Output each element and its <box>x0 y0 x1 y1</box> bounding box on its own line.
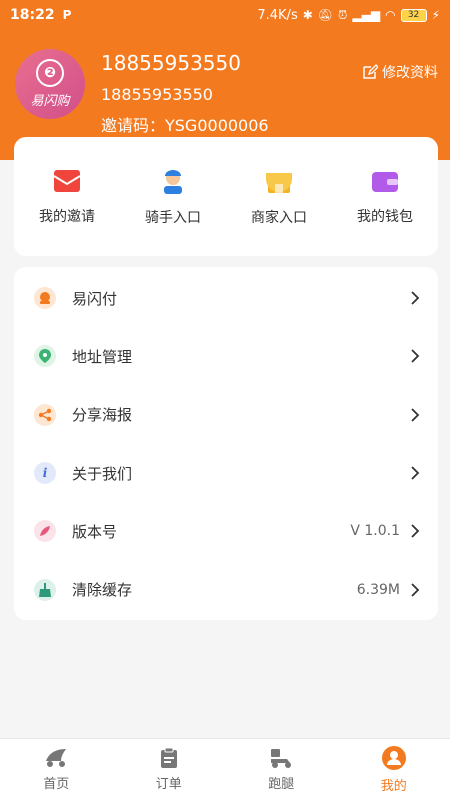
quick-action-label: 商家入口 <box>251 209 307 226</box>
mute-icon: 🔕︎ <box>317 8 334 22</box>
parking-icon: P <box>62 8 72 22</box>
logo-mark-icon: ❷ <box>36 59 64 87</box>
tab-errand[interactable]: 跑腿 <box>225 739 338 800</box>
menu-item-label: 清除缓存 <box>72 581 133 600</box>
location-icon <box>34 345 56 368</box>
envelope-icon <box>53 169 81 192</box>
chevron-right-icon <box>411 349 420 364</box>
tab-label: 跑腿 <box>268 777 295 792</box>
tab-profile[interactable]: 我的 <box>338 739 450 800</box>
menu-item-pay[interactable]: 易闪付 <box>14 269 438 327</box>
menu-item-clear-cache[interactable]: 清除缓存 6.39M <box>14 560 438 618</box>
status-bar: 18:22 P 7.4K/s ✱ 🔕︎ ⏰︎ ▂▄▆ ◠ 32 ⚡︎ <box>0 0 450 30</box>
menu-item-label: 易闪付 <box>72 289 118 308</box>
quick-action-invite[interactable]: 我的邀请 <box>14 137 120 256</box>
quick-action-label: 骑手入口 <box>145 209 201 226</box>
profile-icon <box>381 746 406 770</box>
edit-icon <box>363 64 378 79</box>
menu-item-about[interactable]: i 关于我们 <box>14 444 438 502</box>
user-name: 18855953550 <box>101 51 241 75</box>
quick-action-label: 我的钱包 <box>357 208 413 225</box>
menu-item-label: 关于我们 <box>72 464 133 483</box>
chevron-right-icon <box>411 291 420 305</box>
menu-item-version[interactable]: 版本号 V 1.0.1 <box>14 502 438 560</box>
quick-action-label: 我的邀请 <box>39 208 95 225</box>
menu-item-label: 地址管理 <box>72 347 133 366</box>
errand-icon <box>271 749 292 768</box>
info-icon: i <box>34 462 56 485</box>
tab-orders[interactable]: 订单 <box>113 739 226 800</box>
menu-item-value: V 1.0.1 <box>350 523 400 540</box>
wifi-icon: ◠ <box>385 8 396 22</box>
chevron-right-icon <box>411 524 420 538</box>
bottom-tab-bar: 首页 订单 跑腿 我的 <box>0 738 450 800</box>
network-speed: 7.4K/s <box>257 7 298 23</box>
tab-label: 首页 <box>43 777 70 792</box>
avatar[interactable]: ❷ 易闪购 <box>15 49 85 119</box>
edit-profile-label: 修改资料 <box>382 65 438 81</box>
edit-profile-button[interactable]: 修改资料 <box>362 62 438 82</box>
tab-home[interactable]: 首页 <box>0 739 113 800</box>
version-icon <box>34 520 56 543</box>
menu-item-value: 6.39M <box>356 581 400 598</box>
settings-menu-card: 易闪付 地址管理 分享海报 i 关于我们 版本号 V 1.0.1 清除缓存 6.… <box>14 267 438 620</box>
signal-icon: ▂▄▆ <box>352 8 381 22</box>
menu-item-label: 分享海报 <box>72 406 133 425</box>
chevron-right-icon <box>411 408 420 422</box>
shop-icon <box>266 172 292 193</box>
profile-header: 18:22 P 7.4K/s ✱ 🔕︎ ⏰︎ ▂▄▆ ◠ 32 ⚡︎ ❷ 易闪购… <box>0 0 450 160</box>
alarm-icon: ⏰︎ <box>338 7 348 22</box>
share-icon <box>34 403 56 426</box>
menu-item-address[interactable]: 地址管理 <box>14 327 438 385</box>
chevron-right-icon <box>411 466 420 480</box>
logo-text: 易闪购 <box>30 94 70 109</box>
battery-icon: 32 <box>400 8 427 22</box>
quick-action-rider[interactable]: 骑手入口 <box>120 137 226 256</box>
quick-action-merchant[interactable]: 商家入口 <box>226 137 332 256</box>
home-icon <box>46 749 67 767</box>
pay-icon <box>34 287 56 310</box>
quick-action-wallet[interactable]: 我的钱包 <box>332 137 438 256</box>
wallet-icon <box>372 171 398 192</box>
quick-actions-card: 我的邀请 骑手入口 商家入口 我的钱包 <box>14 137 438 256</box>
bluetooth-icon: ✱ <box>302 8 313 22</box>
order-icon <box>160 747 177 768</box>
broom-icon <box>34 578 56 601</box>
charging-icon: ⚡︎ <box>431 8 440 22</box>
user-phone: 18855953550 <box>101 85 213 104</box>
status-time: 18:22 <box>10 7 55 23</box>
menu-item-share-poster[interactable]: 分享海报 <box>14 386 438 444</box>
invite-code: 邀请码：YSG0000006 <box>101 116 269 135</box>
chevron-right-icon <box>411 582 420 597</box>
tab-label: 我的 <box>380 779 407 794</box>
menu-item-label: 版本号 <box>72 522 118 541</box>
tab-label: 订单 <box>155 777 182 792</box>
rider-icon <box>164 169 182 194</box>
